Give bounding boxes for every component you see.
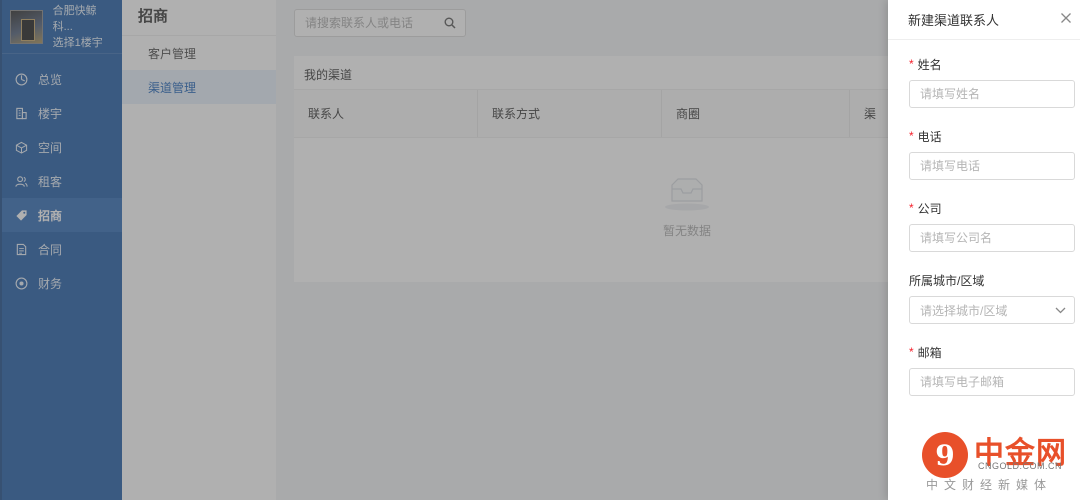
form-field-name: * 姓名: [909, 54, 1076, 108]
email-field[interactable]: [909, 368, 1075, 396]
form-field-email: * 邮箱: [909, 342, 1076, 396]
field-label: 电话: [917, 129, 942, 144]
field-label: 邮箱: [917, 345, 942, 360]
modal-mask[interactable]: [0, 0, 888, 500]
form-field-city-region: 所属城市/区域 请选择城市/区域: [909, 270, 1076, 324]
field-label: 所属城市/区域: [909, 273, 985, 288]
name-field[interactable]: [909, 80, 1075, 108]
required-mark: *: [909, 129, 914, 143]
required-mark: *: [909, 345, 914, 359]
watermark-logo-icon: 9: [922, 432, 968, 478]
required-mark: *: [909, 57, 914, 71]
field-label: 姓名: [917, 57, 942, 72]
close-icon[interactable]: [1054, 6, 1078, 30]
watermark-tagline: 中文财经新媒体: [926, 478, 1053, 492]
chevron-down-icon: [1055, 303, 1066, 317]
form-field-phone: * 电话: [909, 126, 1076, 180]
city-region-select[interactable]: 请选择城市/区域: [909, 296, 1075, 324]
watermark-domain: CNGOLD.COM.CN: [978, 461, 1063, 471]
form-field-company: * 公司: [909, 198, 1076, 252]
required-mark: *: [909, 201, 914, 215]
new-channel-contact-drawer: 新建渠道联系人 *姓名 *电话 *公司 所属城市/区域 请选择城市/区域: [888, 0, 1080, 500]
company-field[interactable]: [909, 224, 1075, 252]
phone-field[interactable]: [909, 152, 1075, 180]
drawer-title: 新建渠道联系人: [908, 13, 1000, 28]
drawer-header: 新建渠道联系人: [888, 0, 1080, 40]
field-label: 公司: [917, 201, 942, 216]
drawer-form: *姓名 *电话 *公司 所属城市/区域 请选择城市/区域 *邮箱: [888, 40, 1080, 396]
watermark-logo: 9 中金网 CNGOLD.COM.CN 中文财经新媒体: [918, 428, 1076, 492]
select-placeholder: 请选择城市/区域: [920, 303, 1008, 318]
